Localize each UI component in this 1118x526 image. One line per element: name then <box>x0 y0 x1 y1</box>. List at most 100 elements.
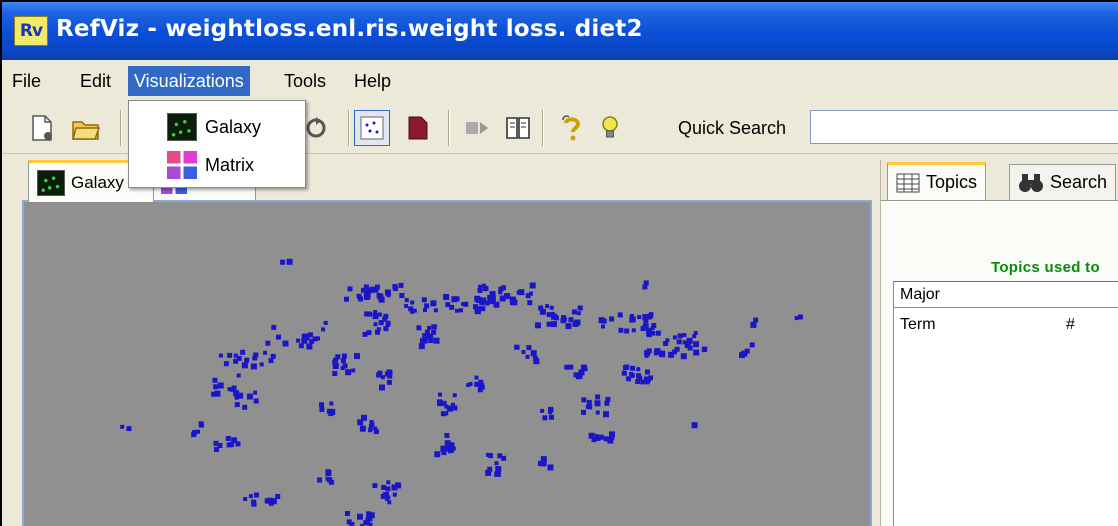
document-dot[interactable] <box>655 330 661 336</box>
document-dot[interactable] <box>368 428 373 433</box>
document-dot[interactable] <box>474 375 479 380</box>
document-dot[interactable] <box>421 297 427 303</box>
document-dot[interactable] <box>227 352 233 358</box>
document-dot[interactable] <box>482 286 488 292</box>
document-dot[interactable] <box>480 306 486 312</box>
document-dot[interactable] <box>477 288 483 293</box>
tip-lightbulb-icon[interactable] <box>592 110 628 146</box>
document-dot[interactable] <box>702 346 708 352</box>
document-dot[interactable] <box>412 308 417 313</box>
document-dot[interactable] <box>381 484 387 490</box>
document-dot[interactable] <box>637 315 642 320</box>
document-dot[interactable] <box>332 371 338 376</box>
document-dot[interactable] <box>226 442 232 448</box>
menu-edit[interactable]: Edit <box>74 66 117 96</box>
document-dot[interactable] <box>120 424 125 429</box>
document-dot[interactable] <box>529 282 536 289</box>
document-dot[interactable] <box>651 331 656 336</box>
document-dot[interactable] <box>577 305 583 311</box>
document-dot[interactable] <box>444 433 450 438</box>
menu-visualizations[interactable]: Visualizations <box>128 66 250 96</box>
document-dot[interactable] <box>317 477 323 483</box>
document-dot[interactable] <box>637 375 643 381</box>
document-dot[interactable] <box>461 302 466 306</box>
document-dot[interactable] <box>213 384 219 390</box>
document-dot[interactable] <box>259 362 264 367</box>
document-dot[interactable] <box>499 295 506 302</box>
document-dot[interactable] <box>344 296 349 302</box>
document-dot[interactable] <box>321 327 326 332</box>
document-dot[interactable] <box>455 308 459 313</box>
document-dot[interactable] <box>605 396 611 402</box>
document-dot[interactable] <box>630 316 636 322</box>
document-dot[interactable] <box>430 300 437 307</box>
document-dot[interactable] <box>423 308 427 313</box>
document-dot[interactable] <box>351 368 356 373</box>
menu-item-galaxy[interactable]: Galaxy <box>129 109 305 145</box>
document-dot[interactable] <box>253 352 259 358</box>
document-dot[interactable] <box>586 399 592 405</box>
document-dot[interactable] <box>382 316 388 322</box>
document-dot[interactable] <box>347 286 353 292</box>
document-dot[interactable] <box>340 358 346 364</box>
document-dot[interactable] <box>630 373 635 378</box>
document-dot[interactable] <box>565 323 572 330</box>
document-dot[interactable] <box>333 357 339 363</box>
document-dot[interactable] <box>677 333 683 339</box>
tab-search[interactable]: Search <box>1009 164 1117 200</box>
document-dot[interactable] <box>358 296 363 302</box>
document-dot[interactable] <box>398 282 404 288</box>
document-dot[interactable] <box>374 284 380 290</box>
document-dot[interactable] <box>236 355 242 361</box>
menu-item-matrix[interactable]: Matrix <box>129 147 305 183</box>
document-dot[interactable] <box>672 335 677 340</box>
document-dot[interactable] <box>241 362 248 369</box>
topics-table[interactable]: Major Term # <box>893 281 1118 526</box>
document-dot[interactable] <box>750 321 757 328</box>
document-dot[interactable] <box>572 320 579 327</box>
document-dot[interactable] <box>248 494 253 499</box>
document-dot[interactable] <box>549 305 554 310</box>
document-dot[interactable] <box>428 338 434 343</box>
galaxy-view-icon[interactable] <box>354 110 390 146</box>
document-dot[interactable] <box>192 430 198 435</box>
document-dot[interactable] <box>577 373 583 379</box>
document-dot[interactable] <box>440 411 446 417</box>
document-dot[interactable] <box>431 324 437 330</box>
document-dot[interactable] <box>459 308 463 313</box>
document-dot[interactable] <box>680 353 687 360</box>
document-dot[interactable] <box>452 393 457 398</box>
document-dot[interactable] <box>581 364 587 371</box>
document-dot[interactable] <box>539 308 546 315</box>
document-dot[interactable] <box>319 407 325 412</box>
quick-search-input[interactable] <box>810 110 1118 144</box>
document-dot[interactable] <box>223 361 229 367</box>
document-dot[interactable] <box>383 326 389 332</box>
document-dot[interactable] <box>686 337 693 344</box>
document-dot[interactable] <box>587 404 593 410</box>
document-dot[interactable] <box>529 291 533 296</box>
document-dot[interactable] <box>676 339 682 345</box>
document-dot[interactable] <box>296 338 301 343</box>
document-dot[interactable] <box>646 348 652 354</box>
document-dot[interactable] <box>623 365 628 371</box>
bookmark-icon[interactable] <box>400 110 436 146</box>
document-dot[interactable] <box>594 400 601 407</box>
tab-topics[interactable]: Topics <box>887 162 987 200</box>
document-dot[interactable] <box>546 321 552 327</box>
document-dot[interactable] <box>244 357 250 363</box>
document-dot[interactable] <box>485 469 492 476</box>
new-document-icon[interactable] <box>24 110 60 146</box>
document-dot[interactable] <box>631 328 636 333</box>
document-dot[interactable] <box>359 425 366 432</box>
document-dot[interactable] <box>501 285 506 291</box>
document-dot[interactable] <box>329 401 334 406</box>
document-dot[interactable] <box>280 259 286 265</box>
document-dot[interactable] <box>214 390 221 397</box>
document-dot[interactable] <box>636 367 641 372</box>
document-dot[interactable] <box>535 322 541 329</box>
document-dot[interactable] <box>319 402 324 408</box>
document-dot[interactable] <box>644 369 650 375</box>
document-dot[interactable] <box>518 289 525 296</box>
document-dot[interactable] <box>640 326 646 331</box>
